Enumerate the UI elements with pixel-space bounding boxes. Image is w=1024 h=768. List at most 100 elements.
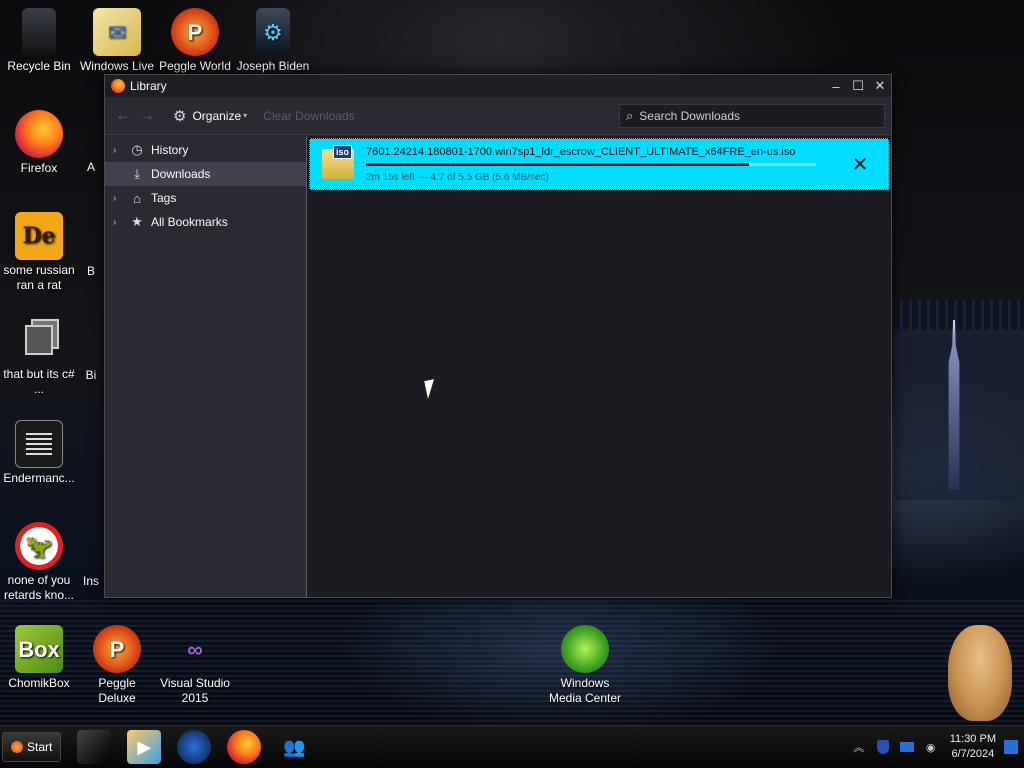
visual-studio-icon: ∞	[187, 636, 203, 662]
desktop-icon-label: Windows Media Center	[548, 676, 622, 705]
sidebar-item-label: Downloads	[151, 167, 211, 181]
forward-button[interactable]: →	[135, 104, 159, 128]
star-icon: ★	[131, 214, 143, 229]
peggle-icon: P	[93, 625, 141, 673]
desktop-icon-chomikbox[interactable]: Box ChomikBox	[0, 625, 78, 691]
firefox-icon	[111, 79, 125, 93]
desktop-icon-partial-ins[interactable]: Ins	[82, 574, 100, 589]
desktop-icon-label: A	[86, 160, 95, 174]
desktop-icon-label: Windows Live	[79, 59, 155, 73]
taskbar-app-globe[interactable]	[177, 730, 212, 764]
desktop-icon-joseph-biden[interactable]: ⚙ Joseph Biden	[234, 8, 312, 74]
desktop-icon-partial-b[interactable]: B	[84, 264, 98, 279]
desktop-icon-peggle-world[interactable]: P Peggle World	[156, 8, 234, 74]
downloads-list: iso 7601.24214.180801-1700.win7sp1_ldr_e…	[307, 136, 891, 597]
search-input[interactable]	[639, 108, 860, 123]
dinosaur-app-icon: 🦖	[15, 522, 63, 570]
sidebar-item-all-bookmarks[interactable]: › ★ All Bookmarks	[105, 210, 306, 234]
sidebar-item-downloads[interactable]: ⤓ Downloads	[105, 162, 306, 186]
chevron-right-icon[interactable]: ›	[113, 217, 127, 228]
desktop-icon-partial-bi[interactable]: Bi	[84, 368, 98, 383]
clock[interactable]: 11:30 PM 6/7/2024	[950, 732, 996, 762]
desktop-icon-label: Visual Studio 2015	[160, 676, 230, 705]
desktop-icon-label: Recycle Bin	[7, 59, 71, 73]
sidebar-item-label: History	[151, 143, 189, 157]
download-item[interactable]: iso 7601.24214.180801-1700.win7sp1_ldr_e…	[309, 138, 889, 190]
close-button[interactable]: ✕	[869, 77, 891, 95]
back-button[interactable]: ←	[111, 104, 135, 128]
desktop-icon-endermanch[interactable]: Endermanc...	[0, 420, 78, 486]
chevron-down-icon: ▾	[243, 111, 248, 120]
organize-label: Organize	[192, 108, 242, 123]
cancel-download-button[interactable]: ✕	[840, 144, 880, 184]
desktop-icon-label: some russian ran a rat	[3, 263, 75, 292]
desktop-icon-label: Peggle Deluxe	[98, 676, 136, 705]
text-document-icon	[15, 420, 63, 468]
title-bar[interactable]: Library – ☐ ✕	[105, 75, 891, 97]
clear-downloads-button[interactable]: Clear Downloads	[263, 109, 354, 123]
download-info: 7601.24214.180801-1700.win7sp1_ldr_escro…	[366, 146, 840, 183]
taskbar: Start ▶ 👥 ︽ ◉ 11:30 PM 6/7/2024	[0, 725, 1024, 768]
download-progress-bar	[366, 162, 816, 166]
desktop-icon-label: ChomikBox	[8, 676, 70, 690]
copy-windows-icon	[15, 316, 63, 364]
show-desktop-button[interactable]	[1004, 740, 1018, 754]
taskbar-app-media-player[interactable]: ▶	[127, 730, 162, 764]
taskbar-app-messenger[interactable]: 👥	[277, 730, 311, 764]
desktop-icon-label: Endermanc...	[3, 471, 75, 485]
minimize-button[interactable]: –	[825, 77, 847, 95]
toolbar: ← → ⚙ Organize ▾ Clear Downloads ⌕	[105, 97, 891, 135]
library-content: › ◷ History ⤓ Downloads › ⌂ Tags › ★ All…	[105, 136, 891, 597]
desktop-icon-none-of-you[interactable]: 🦖 none of you retards kno...	[0, 522, 78, 603]
computer-tower-icon: ⚙	[256, 8, 290, 56]
desktop-icon-some-russian-ran-a-rat[interactable]: De some russian ran a rat	[0, 212, 78, 293]
taskbar-app-firefox[interactable]	[227, 730, 262, 764]
iso-file-icon: iso	[322, 145, 354, 179]
library-window: Library – ☐ ✕ ← → ⚙ Organize ▾ Clear Dow…	[104, 74, 892, 598]
desktop-icon-windows-media-center[interactable]: Windows Media Center	[546, 625, 624, 706]
desktop-icon-label: Firefox	[20, 161, 58, 175]
desktop-icon-windows-live[interactable]: ✉ Windows Live	[78, 8, 156, 74]
desktop-icon-partial-a[interactable]: A	[84, 160, 98, 175]
chevron-up-icon[interactable]: ︽	[850, 738, 868, 756]
download-status: 2m 15s left — 4.7 of 5.5 GB (5.6 MB/sec)	[366, 171, 549, 183]
desktop-icon-label: that but its c# ...	[3, 367, 75, 396]
download-progress-fill	[366, 162, 749, 166]
clock-date: 6/7/2024	[951, 748, 995, 760]
start-orb-icon	[11, 741, 23, 753]
chevron-right-icon[interactable]: ›	[113, 145, 127, 156]
security-shield-icon[interactable]	[874, 738, 892, 756]
sidebar-item-label: All Bookmarks	[151, 215, 228, 229]
windows-media-center-icon	[561, 625, 609, 673]
desktop-icon-recycle-bin[interactable]: Recycle Bin	[0, 8, 78, 74]
network-icon[interactable]	[898, 738, 916, 756]
clock-time: 11:30 PM	[949, 733, 996, 745]
volume-icon[interactable]: ◉	[922, 738, 940, 756]
desktop-icon-label: B	[86, 264, 95, 278]
sidebar-item-tags[interactable]: › ⌂ Tags	[105, 186, 306, 210]
sidebar-item-label: Tags	[151, 191, 177, 205]
organize-button[interactable]: ⚙ Organize ▾	[173, 107, 247, 125]
system-tray: ︽ ◉ 11:30 PM 6/7/2024	[844, 732, 1018, 762]
search-icon: ⌕	[626, 107, 634, 123]
desktop-icon-label: Bi	[85, 368, 97, 382]
desktop-icon-peggle-deluxe[interactable]: P Peggle Deluxe	[78, 625, 156, 706]
desktop-icon-firefox[interactable]: Firefox	[0, 110, 78, 176]
search-box[interactable]: ⌕	[619, 103, 885, 128]
desktop-icon-label: Joseph Biden	[236, 59, 310, 73]
desktop-icon-label: Ins	[82, 574, 99, 588]
desktop-icon-label: Peggle World	[159, 59, 231, 73]
start-label: Start	[27, 740, 53, 754]
taskbar-app-terminal[interactable]	[77, 730, 112, 764]
desktop-icon-visual-studio[interactable]: ∞ Visual Studio 2015	[156, 625, 234, 706]
desktop-icon-label: none of you retards kno...	[3, 573, 75, 602]
start-button[interactable]: Start	[2, 732, 62, 762]
maximize-button[interactable]: ☐	[847, 77, 869, 95]
tag-icon: ⌂	[133, 190, 141, 206]
hamster-gadget[interactable]	[948, 625, 1012, 721]
clock-icon: ◷	[131, 142, 143, 157]
download-icon: ⤓	[134, 166, 140, 181]
sidebar-item-history[interactable]: › ◷ History	[105, 138, 306, 162]
chevron-right-icon[interactable]: ›	[113, 193, 127, 204]
desktop-icon-that-but-its-csharp[interactable]: that but its c# ...	[0, 316, 78, 397]
